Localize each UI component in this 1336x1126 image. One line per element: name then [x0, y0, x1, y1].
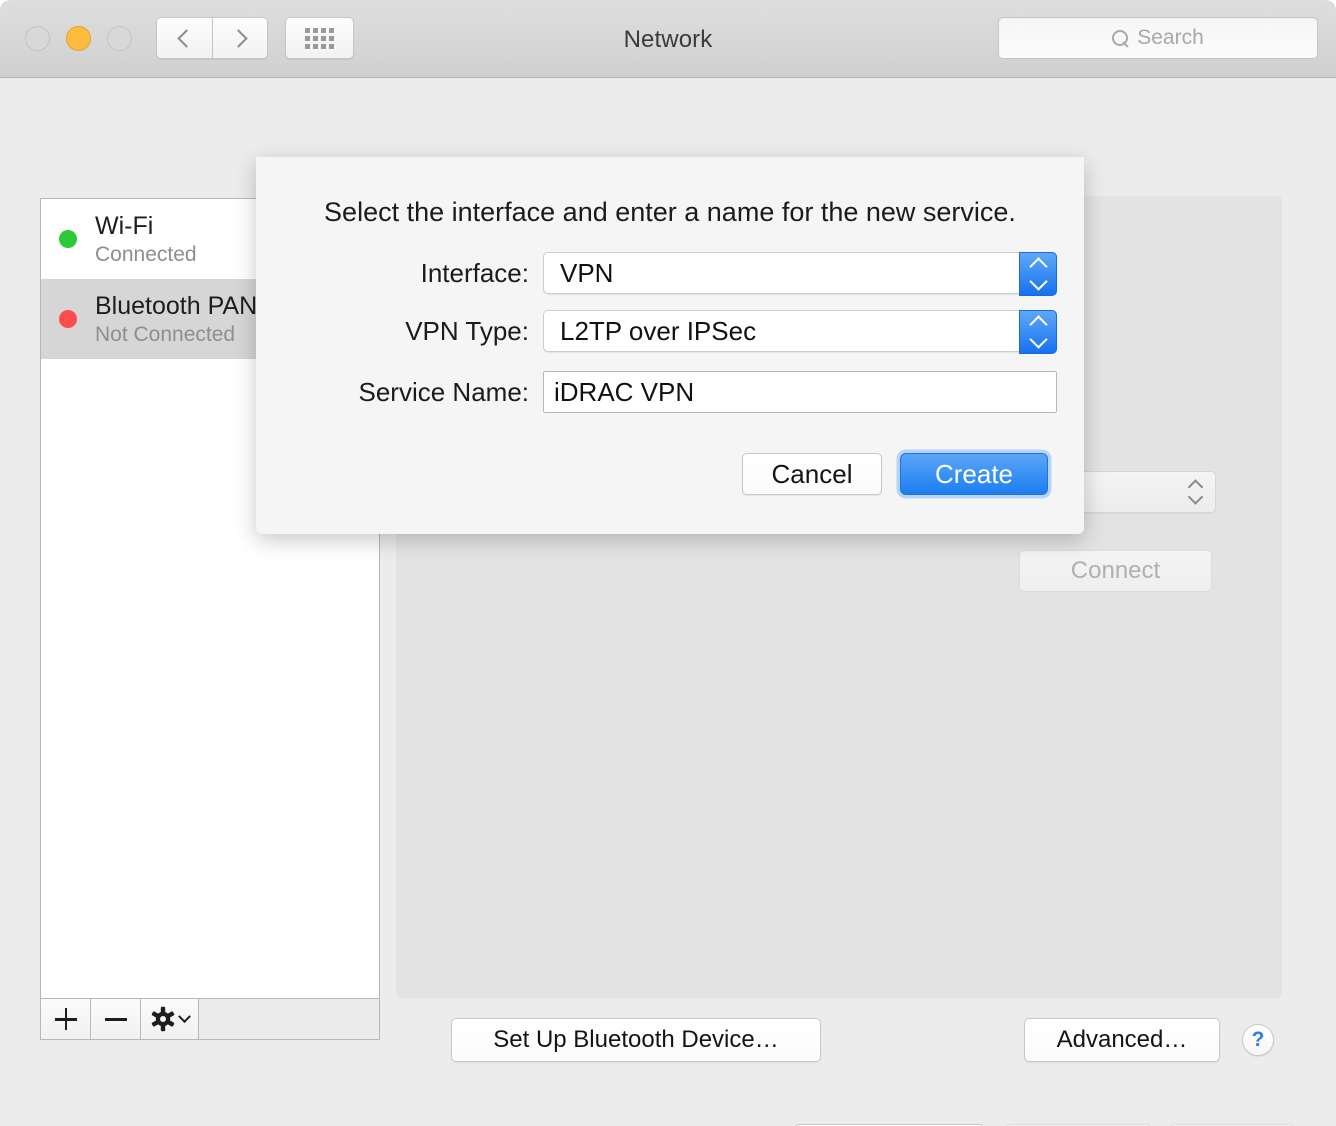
interface-value: VPN: [560, 257, 614, 288]
service-actions-button[interactable]: [141, 999, 199, 1039]
window-content: Wi-Fi Connected Bluetooth PAN Not Connec…: [0, 78, 1336, 1126]
add-service-button[interactable]: [41, 999, 91, 1039]
search-field[interactable]: Search: [998, 17, 1318, 59]
service-status: Connected: [95, 242, 197, 266]
service-list-toolbar: [40, 998, 380, 1040]
network-preferences-window: Network Search Wi-Fi Connected Bluetooth…: [0, 0, 1336, 1126]
setup-bluetooth-device-button[interactable]: Set Up Bluetooth Device…: [451, 1018, 821, 1062]
status-dot: [59, 230, 77, 248]
service-name: Bluetooth PAN: [95, 291, 258, 320]
connect-button[interactable]: Connect: [1019, 550, 1212, 592]
toolbar-filler: [199, 999, 379, 1039]
up-down-stepper-icon[interactable]: [1019, 310, 1057, 354]
window-titlebar: Network Search: [0, 0, 1336, 78]
remove-service-button[interactable]: [91, 999, 141, 1039]
interface-label: Interface:: [420, 257, 529, 288]
new-service-sheet: Select the interface and enter a name fo…: [256, 157, 1084, 534]
vpn-type-label: VPN Type:: [405, 315, 529, 346]
status-dot: [59, 310, 77, 328]
plus-icon: [54, 1008, 77, 1030]
interface-popup-button[interactable]: VPN: [543, 252, 1057, 296]
cancel-button[interactable]: Cancel: [742, 453, 882, 495]
sheet-title: Select the interface and enter a name fo…: [324, 197, 1016, 227]
service-status: Not Connected: [95, 322, 236, 346]
minus-icon: [104, 1008, 127, 1030]
advanced-button[interactable]: Advanced…: [1024, 1018, 1220, 1062]
service-name-label: Service Name:: [358, 376, 530, 407]
gear-icon: [151, 1006, 175, 1032]
service-name-row: Service Name: iDRAC VPN: [256, 370, 1084, 414]
create-button[interactable]: Create: [900, 453, 1048, 495]
search-placeholder: Search: [1137, 26, 1204, 49]
vpn-type-value: L2TP over IPSec: [560, 315, 757, 346]
up-down-stepper-icon[interactable]: [1019, 252, 1057, 296]
chevron-down-icon: [178, 1009, 191, 1023]
service-name-input[interactable]: iDRAC VPN: [543, 371, 1057, 413]
help-button[interactable]: ?: [1242, 1024, 1274, 1056]
search-icon: [1112, 30, 1129, 46]
interface-row: Interface: VPN: [256, 251, 1084, 296]
vpn-type-popup-button[interactable]: L2TP over IPSec: [543, 310, 1057, 354]
service-name: Wi-Fi: [95, 211, 154, 240]
vpn-type-row: VPN Type: L2TP over IPSec: [256, 309, 1084, 354]
up-down-stepper-icon: [1187, 479, 1204, 505]
